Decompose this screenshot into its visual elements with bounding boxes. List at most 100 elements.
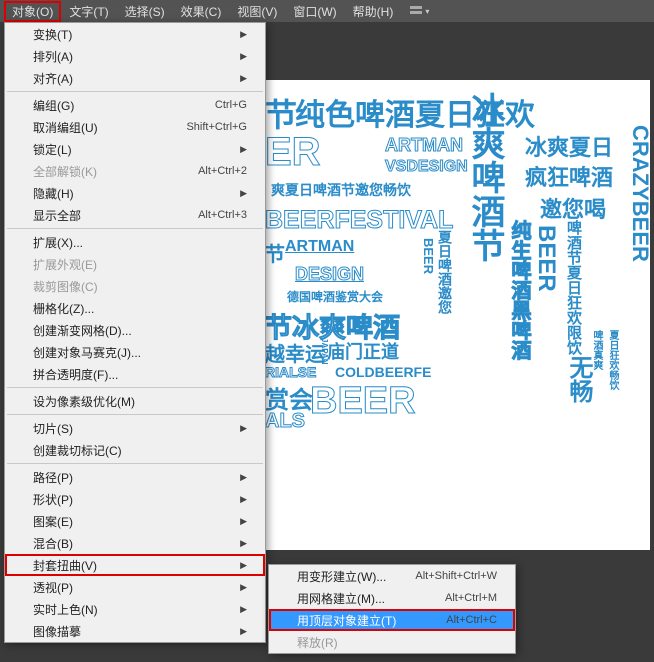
- menu-item[interactable]: 实时上色(N) ▶: [5, 598, 265, 620]
- submenu-item-label: 用网格建立(M)...: [297, 590, 385, 607]
- menu-item[interactable]: 形状(P) ▶: [5, 488, 265, 510]
- menu-item[interactable]: 创建对象马赛克(J)...: [5, 341, 265, 363]
- menu-item-label: 锁定(L): [33, 141, 72, 158]
- menu-item[interactable]: 创建渐变网格(D)...: [5, 319, 265, 341]
- menu-item-label: 变换(T): [33, 26, 72, 43]
- menu-separator: [7, 387, 263, 388]
- menu-item-label: 创建渐变网格(D)...: [33, 322, 132, 339]
- menu-item: 全部解锁(K) Alt+Ctrl+2: [5, 160, 265, 182]
- menu-item-label: 形状(P): [33, 491, 73, 508]
- submenu-arrow-icon: ▶: [240, 626, 247, 637]
- menubar-item[interactable]: 效果(C): [173, 1, 230, 22]
- menu-separator: [7, 228, 263, 229]
- menu-item-label: 扩展(X)...: [33, 234, 83, 251]
- menu-item[interactable]: 创建裁切标记(C): [5, 439, 265, 461]
- menu-item-label: 全部解锁(K): [33, 163, 97, 180]
- canvas-text: 德国啤酒鉴赏大会: [287, 288, 383, 305]
- menu-item-shortcut: Alt+Ctrl+2: [198, 165, 247, 177]
- submenu-item-shortcut: Alt+Shift+Ctrl+W: [415, 570, 497, 582]
- menu-item-label: 裁剪图像(C): [33, 278, 98, 295]
- canvas-text: 啤酒真爽: [589, 330, 604, 370]
- menu-item-label: 取消编组(U): [33, 119, 98, 136]
- menu-separator: [7, 414, 263, 415]
- menu-item[interactable]: 扩展(X)...: [5, 231, 265, 253]
- menu-item-label: 扩展外观(E): [33, 256, 97, 273]
- menu-item-label: 编组(G): [33, 97, 74, 114]
- menu-item[interactable]: 路径(P) ▶: [5, 466, 265, 488]
- submenu-item-label: 释放(R): [297, 634, 338, 651]
- submenu-arrow-icon: ▶: [240, 560, 247, 571]
- canvas-text: 爽夏日啤酒节邀您畅饮: [271, 180, 411, 200]
- submenu-arrow-icon: ▶: [240, 494, 247, 505]
- menu-item[interactable]: 编组(G) Ctrl+G: [5, 94, 265, 116]
- menubar-item[interactable]: 选择(S): [117, 1, 173, 22]
- menu-item-label: 图案(E): [33, 513, 73, 530]
- menu-item[interactable]: 取消编组(U) Shift+Ctrl+G: [5, 116, 265, 138]
- submenu-arrow-icon: ▶: [240, 144, 247, 155]
- menu-separator: [7, 91, 263, 92]
- canvas-text: 夏日狂欢畅饮: [605, 330, 620, 390]
- submenu-item[interactable]: 用顶层对象建立(T)Alt+Ctrl+C: [269, 609, 515, 631]
- submenu-item-label: 用顶层对象建立(T): [297, 612, 396, 629]
- menu-item-label: 创建裁切标记(C): [33, 442, 122, 459]
- menu-item-shortcut: Shift+Ctrl+G: [186, 121, 247, 133]
- menu-item[interactable]: 图像描摹 ▶: [5, 620, 265, 642]
- menu-item[interactable]: 拼合透明度(F)...: [5, 363, 265, 385]
- submenu-arrow-icon: ▶: [240, 604, 247, 615]
- menu-item-shortcut: Alt+Ctrl+3: [198, 209, 247, 221]
- menu-item-label: 图像描摹: [33, 623, 81, 640]
- submenu-arrow-icon: ▶: [240, 423, 247, 434]
- canvas-text: 疯狂啤酒: [525, 160, 613, 192]
- menu-item[interactable]: 设为像素级优化(M): [5, 390, 265, 412]
- canvas-text: DESIGN: [295, 264, 364, 285]
- submenu-arrow-icon: ▶: [240, 582, 247, 593]
- menu-item[interactable]: 变换(T)▶: [5, 23, 265, 45]
- canvas-text: 冰爽夏日: [525, 130, 613, 162]
- canvas-text: ARTMAN: [385, 135, 463, 156]
- menubar-item[interactable]: 对象(O): [4, 1, 61, 22]
- submenu-arrow-icon: ▶: [240, 73, 247, 84]
- menu-item[interactable]: 切片(S)▶: [5, 417, 265, 439]
- canvas-text: CRAZYBEER: [627, 125, 650, 262]
- envelope-distort-submenu: 用变形建立(W)... Alt+Shift+Ctrl+W 用网格建立(M)...Al…: [268, 564, 516, 654]
- canvas-text: JAPAN: [320, 338, 329, 365]
- menubar-item[interactable]: 文字(T): [61, 1, 116, 22]
- menubar-item[interactable]: 视图(V): [229, 1, 285, 22]
- menu-item-label: 隐藏(H): [33, 185, 74, 202]
- submenu-item: 释放(R): [269, 631, 515, 653]
- menubar-item[interactable]: 帮助(H): [345, 1, 402, 22]
- menu-item[interactable]: 封套扭曲(V)▶: [5, 554, 265, 576]
- menu-item[interactable]: 显示全部 Alt+Ctrl+3: [5, 204, 265, 226]
- menu-item[interactable]: 混合(B)▶: [5, 532, 265, 554]
- menu-item: 扩展外观(E): [5, 253, 265, 275]
- submenu-item-label: 用变形建立(W)...: [297, 568, 386, 585]
- submenu-arrow-icon: ▶: [240, 472, 247, 483]
- canvas-text: BEERFESTIVAL: [265, 206, 453, 235]
- menu-item[interactable]: 隐藏(H)▶: [5, 182, 265, 204]
- toolbar-widget-icon[interactable]: ▾: [409, 3, 439, 19]
- menu-item[interactable]: 对齐(A) ▶: [5, 67, 265, 89]
- menu-item-shortcut: Ctrl+G: [215, 99, 247, 111]
- canvas-text: RIALSE: [265, 364, 316, 380]
- menu-item-label: 对齐(A): [33, 70, 73, 87]
- canvas-text: 夏日啤酒邀您: [435, 230, 455, 314]
- submenu-item[interactable]: 用变形建立(W)... Alt+Shift+Ctrl+W: [269, 565, 515, 587]
- menu-item[interactable]: 透视(P)▶: [5, 576, 265, 598]
- menu-item-label: 拼合透明度(F)...: [33, 366, 118, 383]
- menu-separator: [7, 463, 263, 464]
- menu-item[interactable]: 图案(E)▶: [5, 510, 265, 532]
- canvas-text: 冰爽啤酒节: [461, 92, 510, 262]
- submenu-item[interactable]: 用网格建立(M)...Alt+Ctrl+M: [269, 587, 515, 609]
- menu-item[interactable]: 排列(A)▶: [5, 45, 265, 67]
- menu-item-label: 实时上色(N): [33, 601, 98, 618]
- menu-item[interactable]: 栅格化(Z)...: [5, 297, 265, 319]
- menu-item: 裁剪图像(C): [5, 275, 265, 297]
- menu-item-label: 显示全部: [33, 207, 81, 224]
- menu-item-label: 栅格化(Z)...: [33, 300, 94, 317]
- menu-item[interactable]: 锁定(L) ▶: [5, 138, 265, 160]
- canvas-text: COLDBEERFE: [335, 364, 431, 380]
- menubar-item[interactable]: 窗口(W): [285, 1, 344, 22]
- menu-item-label: 路径(P): [33, 469, 73, 486]
- canvas-text: BEER: [310, 380, 416, 423]
- canvas[interactable]: 节纯色啤酒夏日狂欢ERARTMANVSDESIGN冰爽夏日疯狂啤酒爽夏日啤酒节邀…: [265, 80, 650, 550]
